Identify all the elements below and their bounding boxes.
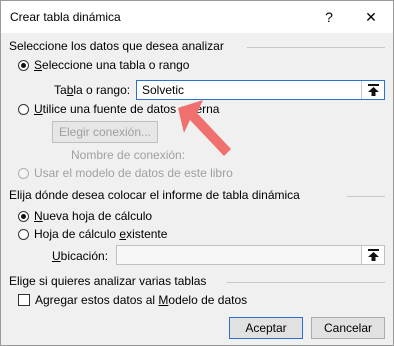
section-divider (227, 282, 385, 283)
section-tables-heading: Elige si quieres analizar varias tablas (9, 274, 207, 288)
connection-name-label: Nombre de conexión: (71, 148, 186, 162)
ok-button[interactable]: Aceptar (229, 317, 303, 339)
location-label: Ubicación: (52, 249, 109, 263)
choose-connection-button[interactable]: Elegir conexión... (52, 121, 158, 143)
range-label: Tabla o rango: (54, 83, 131, 97)
radio-new-sheet[interactable] (18, 211, 29, 222)
radio-existing-sheet-label[interactable]: Hoja de cálculo existente (34, 227, 167, 241)
add-to-model-checkbox[interactable] (18, 294, 30, 306)
title-bar: Crear tabla dinámica ? ✕ (1, 1, 393, 33)
location-collapse-button[interactable] (361, 246, 384, 264)
collapse-arrow-icon (368, 84, 379, 96)
pivot-dialog: Crear tabla dinámica ? ✕ Seleccione los … (0, 0, 394, 346)
section-location-heading: Elija dónde desea colocar el informe de … (9, 188, 300, 202)
location-input[interactable] (116, 245, 385, 265)
red-arrow-annotation (178, 100, 231, 156)
radio-select-table[interactable] (18, 60, 29, 71)
radio-existing-sheet[interactable] (18, 229, 29, 240)
radio-select-table-label[interactable]: Seleccione una tabla o rango (34, 58, 189, 72)
close-button[interactable]: ✕ (359, 7, 383, 27)
range-collapse-button[interactable] (361, 81, 384, 99)
help-button[interactable]: ? (317, 7, 341, 27)
radio-data-model-label[interactable]: Usar el modelo de datos de este libro (34, 166, 233, 180)
section-data-heading: Seleccione los datos que desea analizar (9, 39, 224, 53)
cancel-button[interactable]: Cancelar (311, 317, 385, 339)
radio-data-model[interactable] (18, 168, 29, 179)
range-input[interactable]: Solvetic (136, 80, 385, 100)
range-input-value: Solvetic (142, 83, 185, 97)
section-divider (247, 47, 385, 48)
section-divider (347, 196, 385, 197)
window-title: Crear tabla dinámica (10, 10, 121, 24)
radio-external-source[interactable] (18, 104, 29, 115)
collapse-arrow-icon (368, 249, 379, 261)
add-to-model-label[interactable]: Agregar estos datos al Modelo de datos (35, 293, 247, 307)
radio-new-sheet-label[interactable]: Nueva hoja de cálculo (34, 209, 152, 223)
